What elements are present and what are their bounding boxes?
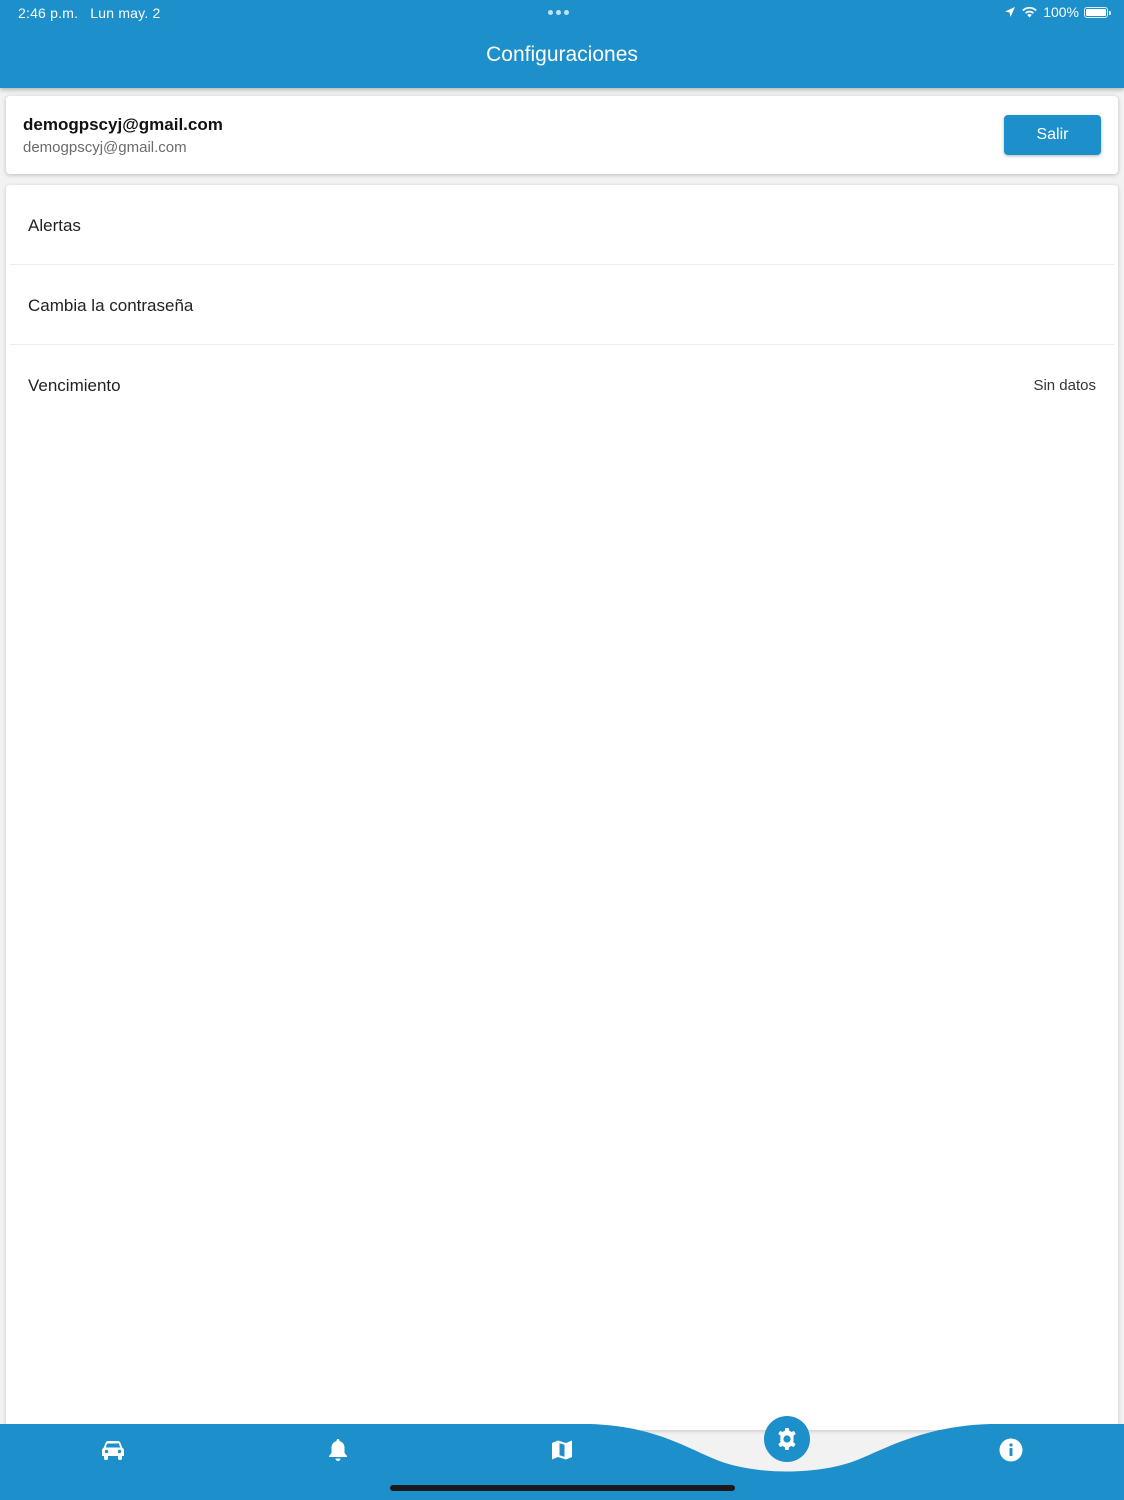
settings-item-label: Cambia la contraseña: [28, 296, 194, 315]
nav-vehicles[interactable]: [91, 1428, 135, 1472]
account-email: demogpscyj@gmail.com: [23, 139, 187, 156]
logout-button[interactable]: Salir: [1004, 115, 1101, 155]
status-time: 2:46 p.m.: [18, 5, 79, 21]
status-bar-right: 100%: [1004, 4, 1111, 20]
multitask-dots-icon[interactable]: [548, 10, 569, 15]
bell-icon: [329, 1439, 347, 1461]
nav-alerts[interactable]: [316, 1428, 360, 1472]
settings-item-expiration[interactable]: Vencimiento Sin datos: [10, 345, 1114, 424]
wifi-icon: [1022, 6, 1037, 18]
info-icon: [999, 1438, 1023, 1462]
map-icon: [552, 1440, 572, 1460]
account-name: demogpscyj@gmail.com: [23, 115, 223, 134]
battery-icon: [1084, 6, 1111, 18]
settings-item-alerts[interactable]: Alertas: [10, 185, 1114, 265]
car-icon: [102, 1441, 124, 1460]
settings-list: Alertas Cambia la contraseña Vencimiento…: [6, 185, 1118, 1430]
page-title: Configuraciones: [486, 43, 638, 66]
settings-item-change-password[interactable]: Cambia la contraseña: [10, 265, 1114, 345]
settings-item-label: Alertas: [28, 216, 81, 235]
home-indicator[interactable]: [390, 1485, 735, 1491]
location-arrow-icon: [1005, 7, 1016, 17]
settings-item-label: Vencimiento: [28, 376, 121, 395]
settings-item-value: Sin datos: [1033, 377, 1096, 394]
status-date: Lun may. 2: [90, 5, 161, 21]
gear-icon: [778, 1428, 796, 1450]
status-bar-left: 2:46 p.m. Lun may. 2: [18, 5, 169, 21]
app-bar: 2:46 p.m. Lun may. 2 100% Configuracione…: [0, 0, 1124, 88]
nav-map[interactable]: [540, 1428, 584, 1472]
battery-percentage: 100%: [1043, 4, 1079, 20]
nav-settings[interactable]: [764, 1416, 810, 1462]
nav-info[interactable]: [989, 1428, 1033, 1472]
settings-screen: 2:46 p.m. Lun may. 2 100% Configuracione…: [0, 0, 1124, 1500]
account-card: demogpscyj@gmail.com demogpscyj@gmail.co…: [6, 96, 1118, 174]
